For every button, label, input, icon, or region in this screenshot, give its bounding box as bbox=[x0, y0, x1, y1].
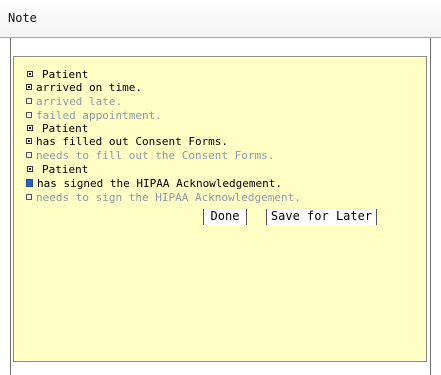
option-arrived-on-time[interactable]: arrived on time. bbox=[26, 81, 142, 94]
checkbox-unchecked-icon[interactable] bbox=[26, 112, 32, 118]
option-arrived-late[interactable]: arrived late. bbox=[26, 95, 122, 108]
checkbox-checked-icon[interactable] bbox=[26, 138, 32, 144]
section-header-patient: Patient bbox=[27, 68, 88, 81]
option-label: has filled out Consent Forms. bbox=[36, 135, 229, 148]
checkbox-focused-icon[interactable] bbox=[26, 179, 33, 187]
option-label: needs to sign the HIPAA Acknowledgement. bbox=[36, 191, 301, 204]
window-title: Note bbox=[8, 11, 37, 25]
section-checkbox-icon[interactable] bbox=[27, 166, 33, 172]
done-button[interactable]: Done bbox=[203, 209, 247, 225]
section-header-patient: Patient bbox=[27, 163, 88, 176]
option-needs-consent-forms[interactable]: needs to fill out the Consent Forms. bbox=[26, 149, 274, 162]
section-header-label: Patient bbox=[42, 122, 89, 135]
option-needs-hipaa[interactable]: needs to sign the HIPAA Acknowledgement. bbox=[26, 191, 301, 204]
checkbox-unchecked-icon[interactable] bbox=[26, 152, 32, 158]
checkbox-unchecked-icon[interactable] bbox=[26, 98, 32, 104]
option-label: needs to fill out the Consent Forms. bbox=[36, 149, 275, 162]
note-panel: Patient arrived on time. arrived late. f… bbox=[13, 56, 427, 362]
option-label: arrived on time. bbox=[36, 81, 142, 94]
save-for-later-button[interactable]: Save for Later bbox=[266, 209, 377, 225]
checkbox-unchecked-icon[interactable] bbox=[26, 194, 32, 200]
option-failed-appointment[interactable]: failed appointment. bbox=[26, 109, 162, 122]
checkbox-checked-icon[interactable] bbox=[26, 84, 32, 90]
section-checkbox-icon[interactable] bbox=[27, 71, 33, 77]
option-signed-hipaa[interactable]: has signed the HIPAA Acknowledgement. bbox=[26, 177, 282, 190]
option-label: has signed the HIPAA Acknowledgement. bbox=[37, 177, 283, 190]
section-header-patient: Patient bbox=[27, 122, 88, 135]
option-label: failed appointment. bbox=[36, 109, 162, 122]
section-header-label: Patient bbox=[42, 68, 89, 81]
section-header-label: Patient bbox=[42, 163, 89, 176]
option-label: arrived late. bbox=[36, 95, 123, 108]
window-titlebar: Note bbox=[0, 0, 441, 38]
option-filled-consent-forms[interactable]: has filled out Consent Forms. bbox=[26, 135, 228, 148]
section-checkbox-icon[interactable] bbox=[27, 125, 33, 131]
